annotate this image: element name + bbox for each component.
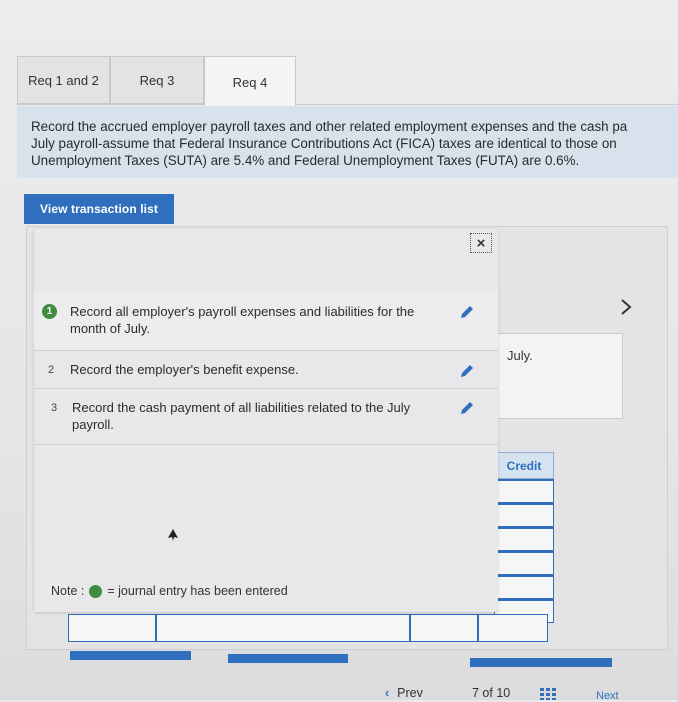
tab-req-4[interactable]: Req 4 (204, 56, 296, 108)
transaction-item-2[interactable]: 2 Record the employer's benefit expense. (34, 351, 498, 389)
credit-input[interactable] (494, 551, 554, 575)
pencil-icon[interactable] (460, 305, 474, 319)
note-text: = journal entry has been entered (107, 584, 288, 598)
tab-divider (17, 104, 678, 105)
close-icon[interactable]: × (470, 233, 492, 253)
tab-req-3[interactable]: Req 3 (110, 56, 204, 104)
chevron-left-icon: ‹ (385, 686, 390, 700)
transaction-item-3[interactable]: 3 Record the cash payment of all liabili… (34, 389, 498, 445)
note-label: Note : (51, 584, 85, 598)
tab-req-1-and-2[interactable]: Req 1 and 2 (17, 56, 110, 104)
next-button[interactable]: Next (596, 690, 619, 702)
instructions-panel: Record the accrued employer payroll taxe… (17, 106, 678, 178)
entered-dot-icon (89, 584, 103, 598)
transaction-text: Record all employer's payroll expenses a… (70, 304, 415, 336)
credit-header: Credit (494, 452, 554, 479)
row-divider (155, 615, 157, 641)
prev-label: Prev (397, 686, 423, 700)
prev-button[interactable]: ‹ Prev (385, 686, 423, 700)
row-divider (477, 615, 479, 641)
pencil-icon[interactable] (460, 401, 474, 415)
view-general-journal-button[interactable] (470, 658, 612, 667)
mouse-cursor-icon (168, 529, 178, 541)
entered-check-icon: 1 (42, 304, 57, 319)
credit-input[interactable] (494, 575, 554, 599)
transaction-number: 2 (48, 364, 55, 376)
journal-date-box (497, 333, 623, 419)
instructions-line-3: Unemployment Taxes (SUTA) are 5.4% and F… (31, 153, 580, 168)
transaction-text: Record the cash payment of all liabiliti… (72, 400, 411, 432)
journal-entry-row[interactable] (68, 614, 548, 642)
instructions-line-1: Record the accrued employer payroll taxe… (31, 119, 628, 134)
row-divider (409, 615, 411, 641)
next-label: Next (596, 690, 619, 702)
clear-entry-button[interactable] (228, 654, 348, 663)
grid-icon[interactable] (540, 688, 558, 700)
record-entry-button[interactable] (70, 651, 191, 660)
chevron-right-icon[interactable] (619, 298, 633, 322)
instructions-line-2: July payroll-assume that Federal Insuran… (31, 136, 617, 151)
transaction-text: Record the employer's benefit expense. (70, 362, 299, 377)
note-legend: Note : = journal entry has been entered (51, 584, 288, 598)
transaction-number: 3 (51, 402, 58, 414)
view-transaction-list-button[interactable]: View transaction list (24, 194, 174, 224)
pencil-icon[interactable] (460, 364, 474, 378)
page-indicator: 7 of 10 (472, 686, 511, 700)
credit-input[interactable] (494, 527, 554, 551)
journal-date-label: July. (507, 348, 533, 363)
credit-input[interactable] (494, 503, 554, 527)
credit-input[interactable] (494, 479, 554, 503)
transaction-item-1[interactable]: 1 Record all employer's payroll expenses… (34, 290, 498, 351)
